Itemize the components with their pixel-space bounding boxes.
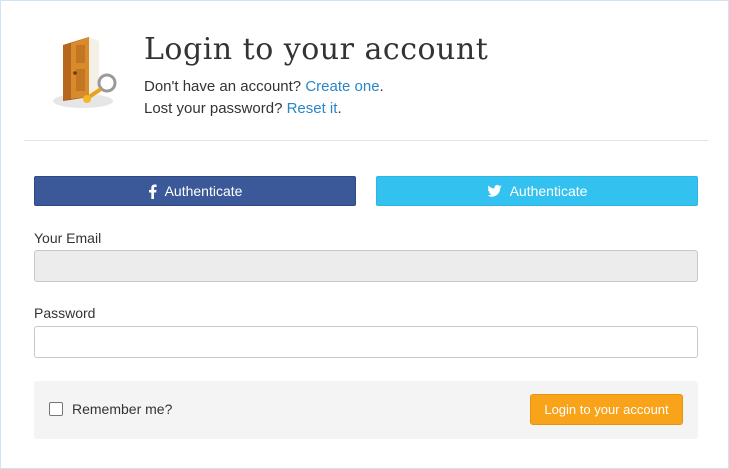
- facebook-icon: [148, 184, 157, 199]
- password-label: Password: [34, 305, 96, 321]
- reset-password-link[interactable]: Reset it: [287, 100, 338, 117]
- reset-suffix: .: [337, 100, 342, 117]
- form-footer: Remember me? Login to your account: [34, 381, 698, 439]
- signup-prompt: Don't have an account?: [144, 78, 302, 95]
- login-button[interactable]: Login to your account: [530, 394, 683, 425]
- reset-prompt: Lost your password?: [144, 100, 283, 117]
- facebook-auth-button[interactable]: Authenticate: [34, 176, 356, 206]
- remember-label: Remember me?: [72, 401, 173, 417]
- email-field[interactable]: [34, 250, 698, 282]
- twitter-auth-button[interactable]: Authenticate: [376, 176, 698, 206]
- door-key-icon: [49, 31, 121, 111]
- remember-checkbox[interactable]: [49, 402, 63, 416]
- email-label: Your Email: [34, 230, 102, 246]
- signup-suffix: .: [379, 78, 384, 95]
- remember-me[interactable]: Remember me?: [49, 401, 172, 417]
- login-panel: Login to your account Don't have an acco…: [0, 0, 729, 469]
- signup-line: Don't have an account? Create one.: [144, 78, 384, 95]
- page-title: Login to your account: [144, 32, 489, 67]
- twitter-icon: [486, 185, 502, 197]
- password-field[interactable]: [34, 326, 698, 358]
- twitter-auth-label: Authenticate: [509, 183, 588, 199]
- create-account-link[interactable]: Create one: [305, 78, 379, 95]
- facebook-auth-label: Authenticate: [164, 183, 243, 199]
- header-divider: [24, 140, 708, 141]
- reset-line: Lost your password? Reset it.: [144, 100, 342, 117]
